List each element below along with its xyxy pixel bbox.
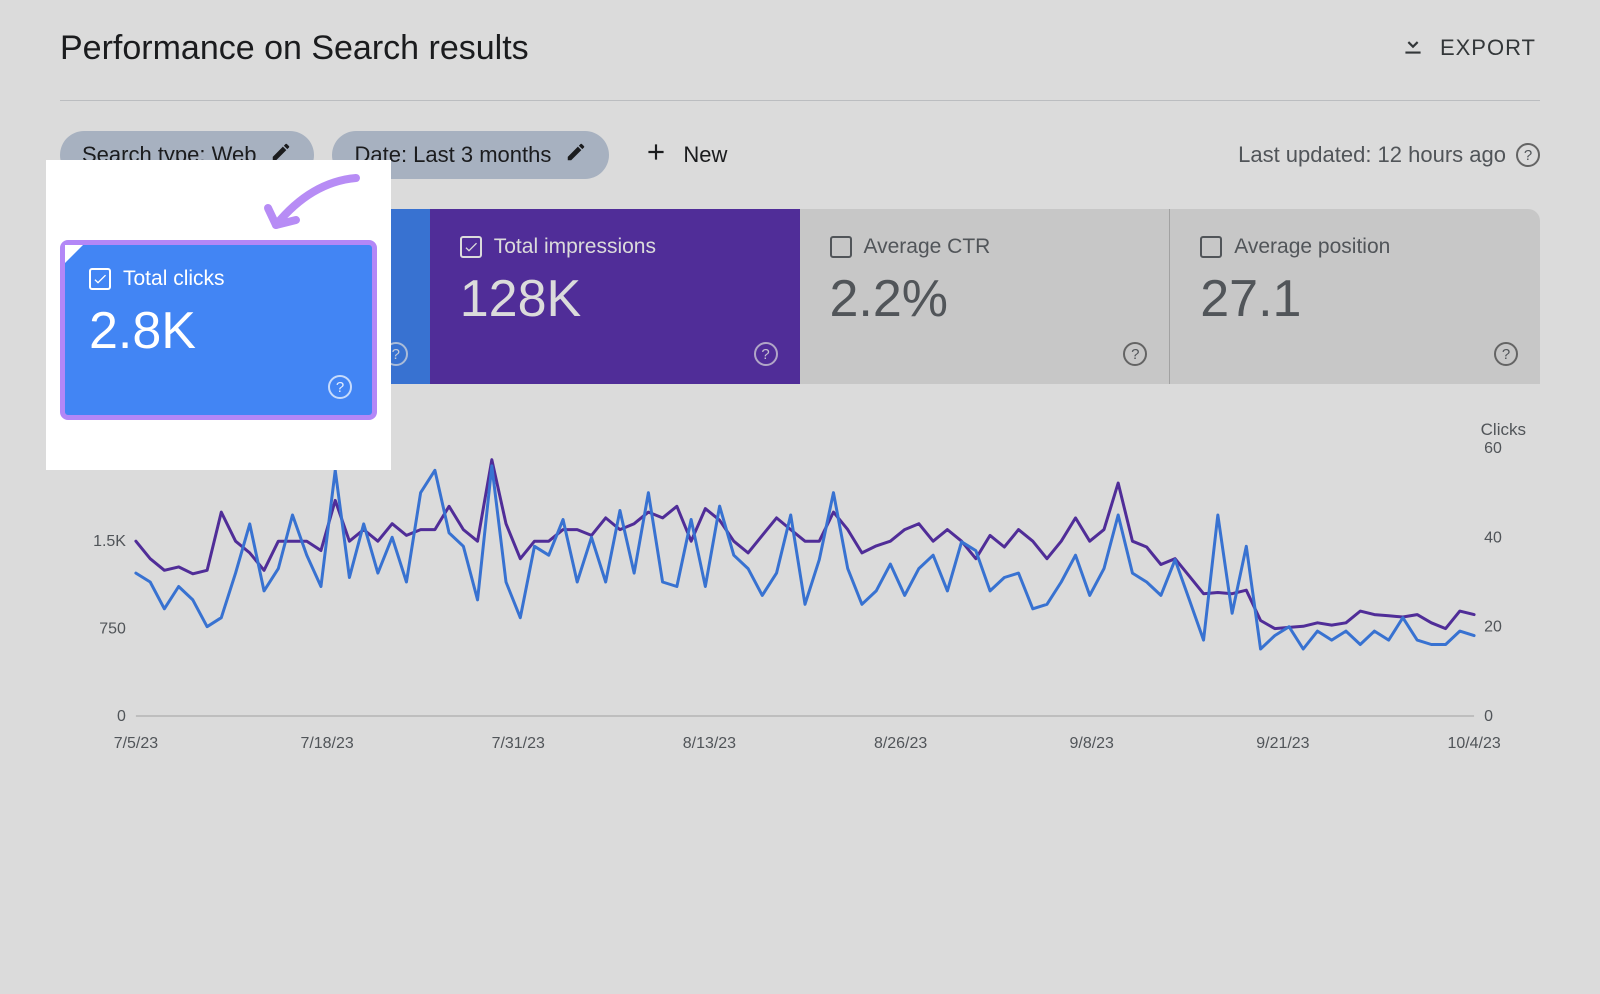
card-average-ctr[interactable]: Average CTR 2.2% ? — [800, 209, 1171, 384]
edit-icon — [565, 141, 587, 169]
checkbox-icon — [830, 236, 852, 258]
axis-title-clicks: Clicks — [1481, 420, 1526, 440]
card-impressions-value: 128K — [460, 269, 770, 329]
last-updated-text: Last updated: 12 hours ago — [1238, 142, 1506, 168]
svg-text:9/8/23: 9/8/23 — [1070, 735, 1114, 752]
card-total-impressions[interactable]: Total impressions 128K ? — [430, 209, 800, 384]
card-clicks-value: 2.8K — [89, 301, 348, 361]
card-ctr-value: 2.2% — [830, 269, 1140, 329]
arrow-icon — [256, 170, 376, 250]
card-total-clicks-highlight[interactable]: Total clicks 2.8K ? — [60, 240, 377, 420]
svg-text:10/4/23: 10/4/23 — [1447, 735, 1500, 752]
highlight-overlay: Total clicks 2.8K ? — [46, 160, 391, 470]
download-icon — [1400, 32, 1426, 64]
svg-text:8/13/23: 8/13/23 — [683, 735, 736, 752]
last-updated: Last updated: 12 hours ago ? — [1238, 142, 1540, 168]
svg-text:40: 40 — [1484, 529, 1502, 546]
checkbox-icon — [89, 268, 111, 290]
card-clicks-label: Total clicks — [123, 267, 225, 291]
card-average-position[interactable]: Average position 27.1 ? — [1170, 209, 1540, 384]
svg-text:8/26/23: 8/26/23 — [874, 735, 927, 752]
card-ctr-label: Average CTR — [864, 235, 991, 259]
page-title: Performance on Search results — [60, 29, 529, 68]
plus-icon — [643, 139, 669, 171]
checkbox-icon — [1200, 236, 1222, 258]
svg-text:7/5/23: 7/5/23 — [114, 735, 158, 752]
chart-svg: 07501.5K2.3K02040607/5/237/18/237/31/238… — [66, 426, 1534, 756]
help-icon[interactable]: ? — [1123, 342, 1147, 366]
help-icon[interactable]: ? — [754, 342, 778, 366]
svg-text:7/31/23: 7/31/23 — [492, 735, 545, 752]
checkbox-icon — [460, 236, 482, 258]
add-filter-button[interactable]: New — [627, 129, 743, 181]
export-label: EXPORT — [1440, 35, 1536, 61]
help-icon[interactable]: ? — [328, 375, 352, 399]
svg-text:9/21/23: 9/21/23 — [1256, 735, 1309, 752]
svg-text:20: 20 — [1484, 619, 1502, 636]
performance-chart: Impressions Clicks 07501.5K2.3K02040607/… — [60, 426, 1540, 761]
svg-text:750: 750 — [99, 621, 126, 638]
help-icon[interactable]: ? — [1494, 342, 1518, 366]
new-label: New — [683, 142, 727, 168]
card-impressions-label: Total impressions — [494, 235, 656, 259]
svg-text:7/18/23: 7/18/23 — [300, 735, 353, 752]
svg-text:1.5K: 1.5K — [93, 533, 126, 550]
export-button[interactable]: EXPORT — [1396, 24, 1540, 72]
svg-text:0: 0 — [117, 708, 126, 725]
card-position-value: 27.1 — [1200, 269, 1510, 329]
svg-text:0: 0 — [1484, 708, 1493, 725]
card-position-label: Average position — [1234, 235, 1390, 259]
help-icon[interactable]: ? — [1516, 143, 1540, 167]
svg-text:60: 60 — [1484, 440, 1502, 457]
